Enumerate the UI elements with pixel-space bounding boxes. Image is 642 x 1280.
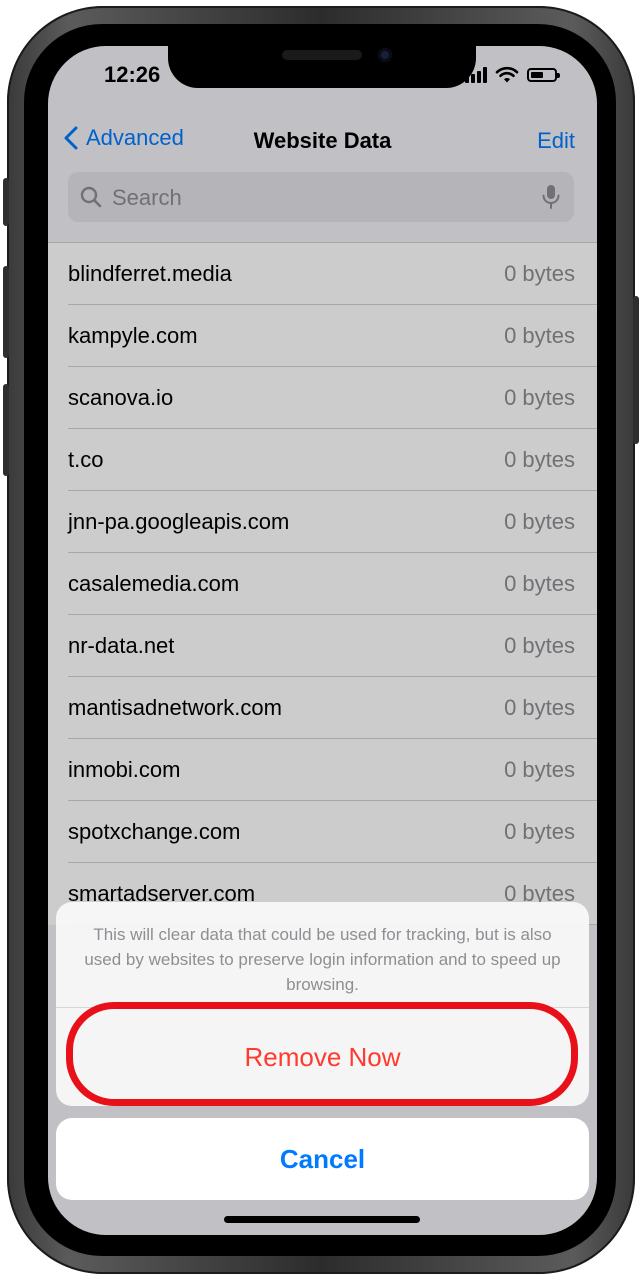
action-sheet-message: This will clear data that could be used … <box>56 902 589 1008</box>
highlight-ring <box>66 1002 578 1106</box>
front-camera <box>378 48 392 62</box>
home-indicator[interactable] <box>224 1216 420 1223</box>
volume-up-button <box>3 266 9 358</box>
power-button <box>633 296 639 444</box>
volume-down-button <box>3 384 9 476</box>
silent-switch <box>3 178 9 226</box>
cancel-button[interactable]: Cancel <box>56 1118 589 1200</box>
screen: 12:26 Advanced Website Data Edit Search … <box>48 46 597 1235</box>
notch <box>168 46 476 88</box>
earpiece-speaker <box>282 50 362 60</box>
